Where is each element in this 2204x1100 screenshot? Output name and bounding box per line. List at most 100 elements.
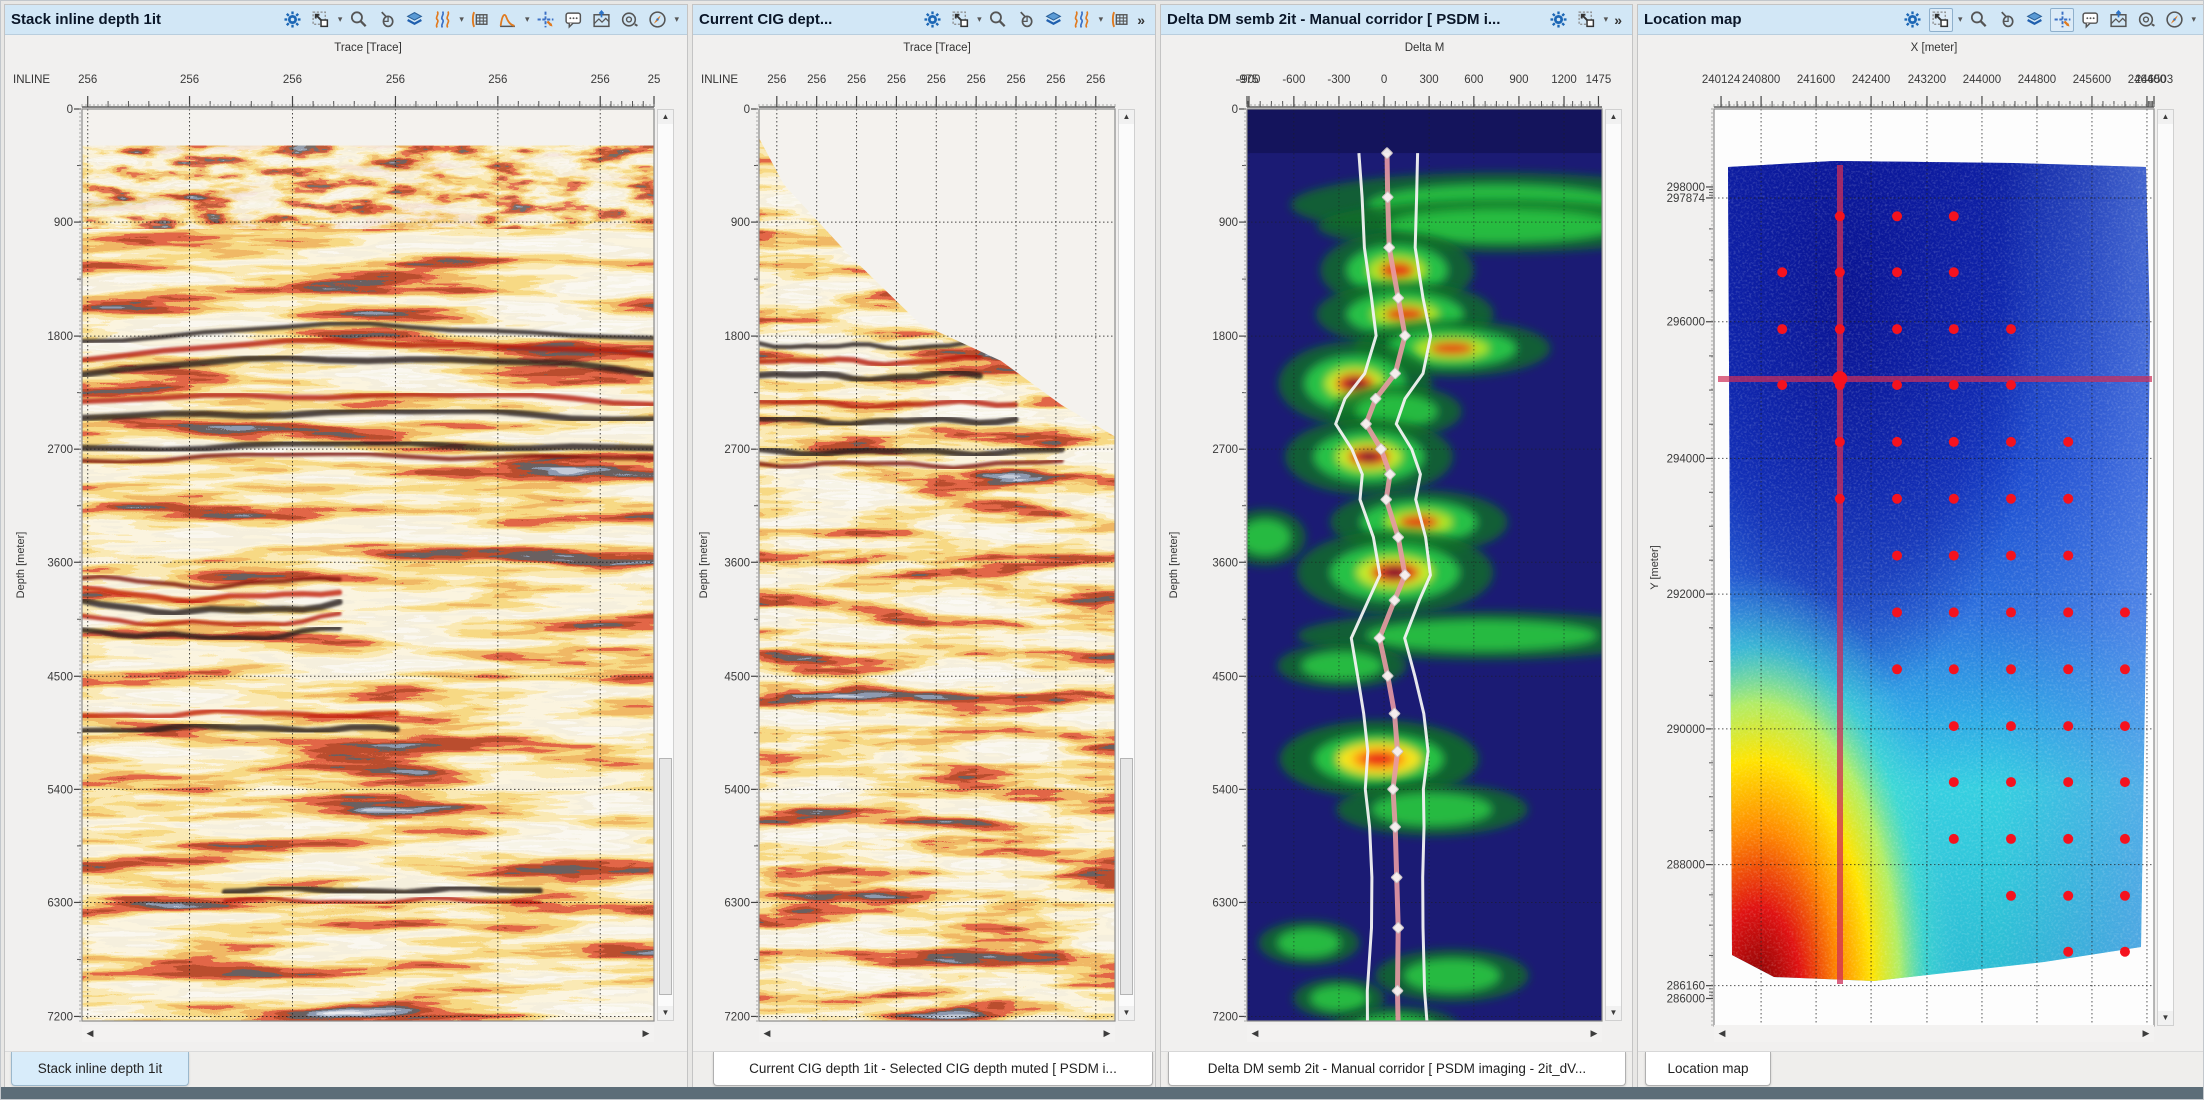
fit-view-icon[interactable] (1929, 8, 1953, 32)
axis-label: 3600 (47, 557, 73, 569)
axis-label: 7200 (724, 1011, 750, 1023)
spreadsheet-icon[interactable] (468, 8, 492, 32)
overflow-chevron-icon[interactable]: » (1612, 12, 1624, 28)
seismic-plot-canvas[interactable] (759, 109, 1115, 1021)
overflow-chevron-icon[interactable]: » (1135, 12, 1147, 28)
snapshot-icon[interactable] (2106, 8, 2130, 32)
dropdown-caret-icon[interactable]: ▾ (977, 14, 982, 25)
axis-label: Trace [Trace] (903, 42, 971, 54)
axis-label: 256 (78, 74, 97, 86)
scroll-right-button[interactable]: ▶ (1586, 1025, 1602, 1041)
axis-label: 256 (1086, 74, 1105, 86)
mouse-tool-icon[interactable] (1014, 8, 1038, 32)
layers-icon[interactable] (1042, 8, 1066, 32)
layers-icon[interactable] (2022, 8, 2046, 32)
mouse-tool-icon[interactable] (1994, 8, 2018, 32)
locate-icon[interactable] (617, 8, 641, 32)
tab-stack-inline-depth[interactable]: Stack inline depth 1it (11, 1052, 189, 1086)
fit-view-icon[interactable] (1575, 8, 1599, 32)
comment-icon[interactable] (2078, 8, 2102, 32)
histogram-icon[interactable] (496, 8, 520, 32)
panel-delta-dm-semblance: Delta DM semb 2it - Manual corridor [ PS… (1160, 4, 1633, 1089)
dropdown-caret-icon[interactable]: ▾ (674, 14, 679, 25)
axis-label: 256 (807, 74, 826, 86)
scroll-down-button[interactable]: ▼ (1119, 1006, 1134, 1020)
scroll-down-button[interactable]: ▼ (1606, 1006, 1621, 1020)
settings-gear-icon[interactable] (1547, 8, 1571, 32)
snapshot-icon[interactable] (589, 8, 613, 32)
scroll-down-button[interactable]: ▼ (658, 1006, 673, 1020)
horizontal-scrollbar[interactable]: ◀▶ (1714, 1025, 2154, 1042)
tab-location-map[interactable]: Location map (1645, 1052, 1771, 1086)
vertical-scrollbar[interactable]: ▲▼ (1118, 109, 1135, 1021)
zoom-icon[interactable] (1966, 8, 1990, 32)
dropdown-caret-icon[interactable]: ▾ (525, 14, 530, 25)
dropdown-caret-icon[interactable]: ▾ (338, 14, 343, 25)
semblance-plot-canvas[interactable] (1224, 109, 1634, 1031)
dropdown-caret-icon[interactable]: ▾ (2191, 14, 2196, 25)
compass-icon[interactable] (2162, 8, 2186, 32)
dropdown-caret-icon[interactable]: ▾ (1099, 14, 1104, 25)
axis-label: 2700 (724, 444, 750, 456)
horizontal-scrollbar[interactable]: ◀▶ (1247, 1025, 1602, 1042)
scroll-up-button[interactable]: ▲ (1119, 110, 1134, 124)
axis-label: 4500 (724, 671, 750, 683)
settings-gear-icon[interactable] (920, 8, 944, 32)
wiggle-display-icon[interactable] (1070, 8, 1094, 32)
scroll-right-button[interactable]: ▶ (2138, 1025, 2154, 1041)
scroll-up-button[interactable]: ▲ (2158, 110, 2173, 124)
tab-current-cig-depth[interactable]: Current CIG depth 1it - Selected CIG dep… (713, 1052, 1153, 1086)
scroll-left-button[interactable]: ◀ (1714, 1025, 1730, 1041)
axis-label: 300 (1420, 74, 1439, 86)
plot-region: X [meter]2401242408002416002424002432002… (1638, 35, 2204, 1031)
map-plot-canvas[interactable] (1714, 109, 2154, 1026)
axis-label: 256 (283, 74, 302, 86)
axis-label: 1200 (1551, 74, 1577, 86)
crosshair-icon[interactable] (2050, 8, 2074, 32)
tab-bar: Stack inline depth 1it (5, 1051, 687, 1089)
scroll-right-button[interactable]: ▶ (638, 1025, 654, 1041)
comment-icon[interactable] (561, 8, 585, 32)
axis-label: 6300 (1212, 897, 1238, 909)
settings-gear-icon[interactable] (281, 8, 305, 32)
axis-label: 241600 (1797, 74, 1835, 86)
settings-gear-icon[interactable] (1901, 8, 1925, 32)
scroll-left-button[interactable]: ◀ (82, 1025, 98, 1041)
fit-view-icon[interactable] (948, 8, 972, 32)
dropdown-caret-icon[interactable]: ▾ (1604, 14, 1609, 25)
crosshair-icon[interactable] (533, 8, 557, 32)
vertical-scrollbar[interactable]: ▲▼ (2157, 109, 2174, 1026)
scrollbar-thumb[interactable] (659, 758, 672, 995)
layers-icon[interactable] (402, 8, 426, 32)
spreadsheet-icon[interactable] (1107, 8, 1131, 32)
axis-label: 256 (927, 74, 946, 86)
tab-delta-dm-semblance[interactable]: Delta DM semb 2it - Manual corridor [ PS… (1168, 1052, 1626, 1086)
compass-icon[interactable] (645, 8, 669, 32)
fit-view-icon[interactable] (309, 8, 333, 32)
scroll-right-button[interactable]: ▶ (1099, 1025, 1115, 1041)
scroll-left-button[interactable]: ◀ (1247, 1025, 1263, 1041)
scroll-up-button[interactable]: ▲ (1606, 110, 1621, 124)
mouse-tool-icon[interactable] (374, 8, 398, 32)
axis-label: 7200 (47, 1011, 73, 1023)
wiggle-display-icon[interactable] (430, 8, 454, 32)
scroll-down-button[interactable]: ▼ (2158, 1011, 2173, 1025)
panel-stack-inline-depth: Stack inline depth 1it ▾▾▾▾ Stack inline… (4, 4, 688, 1089)
zoom-icon[interactable] (346, 8, 370, 32)
horizontal-scrollbar[interactable]: ◀▶ (759, 1025, 1115, 1042)
axis-label: 0 (1232, 104, 1238, 116)
seismic-plot-canvas[interactable] (82, 109, 654, 1021)
axis-label: 240124 (1702, 74, 1741, 86)
scroll-up-button[interactable]: ▲ (658, 110, 673, 124)
vertical-scrollbar[interactable]: ▲▼ (1605, 109, 1622, 1021)
locate-icon[interactable] (2134, 8, 2158, 32)
scrollbar-thumb[interactable] (1120, 758, 1133, 995)
axis-label: 242400 (1852, 74, 1890, 86)
scroll-left-button[interactable]: ◀ (759, 1025, 775, 1041)
dropdown-caret-icon[interactable]: ▾ (459, 14, 464, 25)
axis-label: 245600 (2073, 74, 2111, 86)
vertical-scrollbar[interactable]: ▲▼ (657, 109, 674, 1021)
horizontal-scrollbar[interactable]: ◀▶ (82, 1025, 654, 1042)
dropdown-caret-icon[interactable]: ▾ (1958, 14, 1963, 25)
zoom-icon[interactable] (986, 8, 1010, 32)
